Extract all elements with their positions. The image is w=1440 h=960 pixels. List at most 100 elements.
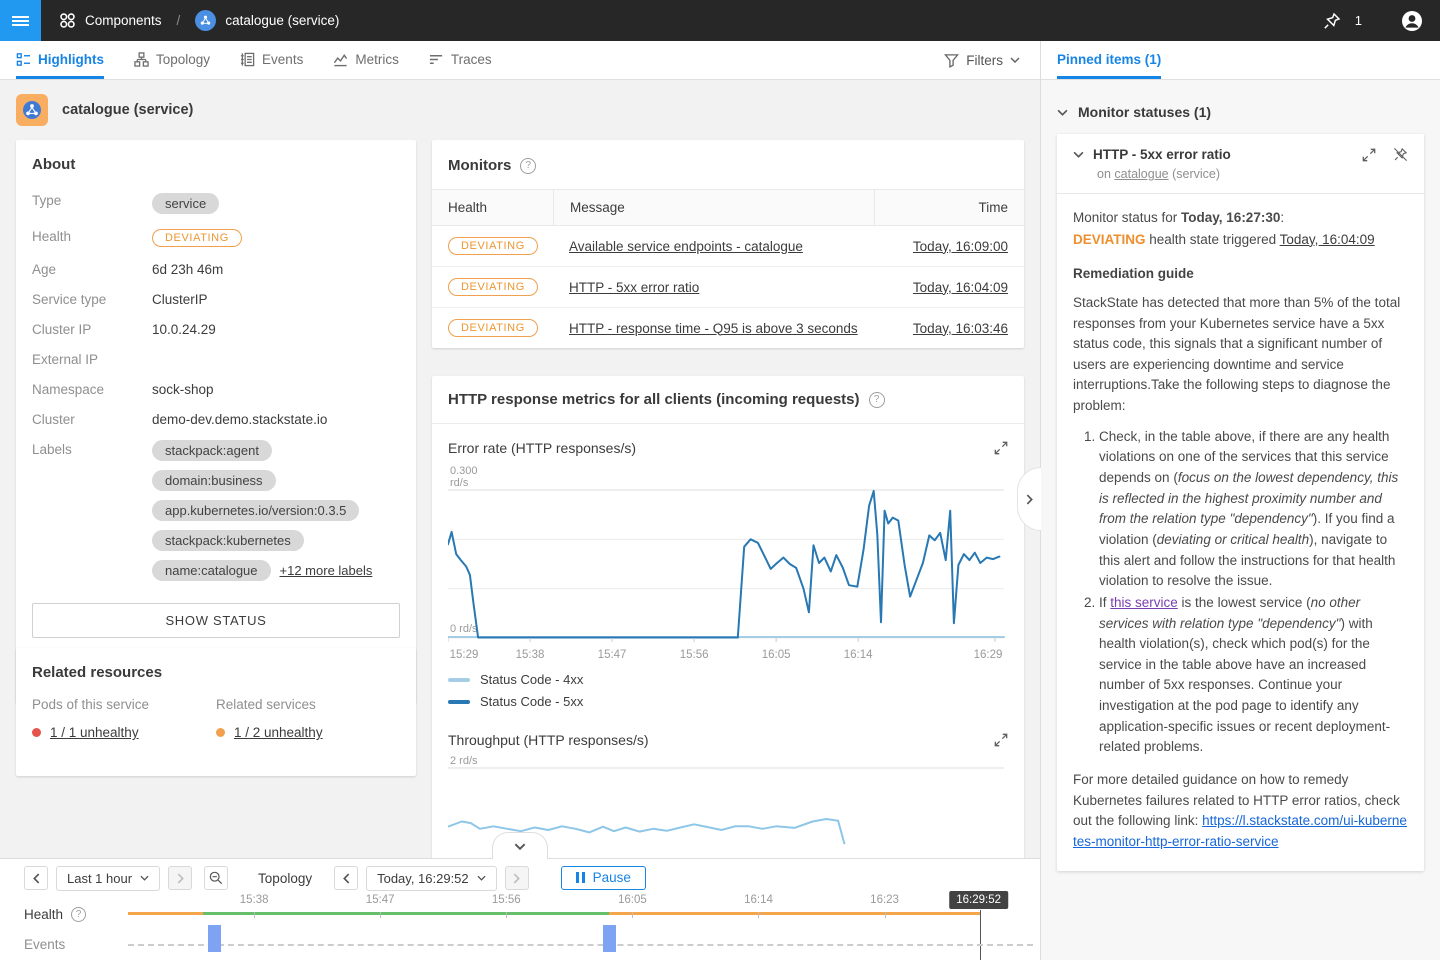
- show-status-button[interactable]: SHOW STATUS: [32, 603, 400, 638]
- event-marker[interactable]: [208, 925, 221, 952]
- text-run: :: [1280, 210, 1284, 225]
- unhealthy-count-link[interactable]: 1 / 2 unhealthy: [234, 725, 323, 740]
- svg-text:0.300: 0.300: [450, 465, 478, 477]
- about-row-label: Cluster IP: [32, 320, 152, 337]
- traces-icon: [429, 52, 444, 67]
- label-pill: stackpack:agent: [152, 440, 272, 461]
- expand-chart-icon[interactable]: [994, 441, 1008, 455]
- column-header-health: Health: [432, 190, 553, 225]
- timeline-tick-mark: [254, 912, 255, 918]
- collapse-timeline-handle[interactable]: [492, 832, 548, 859]
- monitors-card: Monitors ? Health Message Time DEVIATING…: [432, 140, 1024, 348]
- health-dot: [216, 728, 225, 737]
- health-status-badge: DEVIATING: [448, 278, 538, 296]
- text-run: deviating or critical health: [1157, 532, 1309, 547]
- about-row-label: Type: [32, 191, 152, 208]
- timeline-tick-mark: [380, 912, 381, 918]
- topology-time-forward-button[interactable]: [505, 866, 529, 890]
- about-row-value: 6d 23h 46m: [152, 260, 223, 277]
- type-pill: service: [152, 193, 219, 214]
- related-resource-link-row: 1 / 1 unhealthy: [32, 725, 216, 740]
- timeline-tick-mark: [632, 912, 633, 918]
- chevron-down-icon[interactable]: [1073, 151, 1084, 158]
- timeline-tick-label: 15:38: [240, 894, 269, 906]
- unpin-icon[interactable]: [1393, 147, 1408, 162]
- pinned-monitor-title: HTTP - 5xx error ratio: [1093, 147, 1353, 162]
- about-row: Typeservice: [32, 191, 400, 214]
- tab-highlights[interactable]: Highlights: [16, 41, 104, 79]
- monitor-message-cell: HTTP - 5xx error ratio: [553, 269, 874, 306]
- tab-topology[interactable]: Topology: [134, 41, 210, 79]
- monitor-statuses-group-header[interactable]: Monitor statuses (1): [1057, 94, 1424, 134]
- remediation-step: If this service is the lowest service (n…: [1099, 593, 1408, 758]
- monitor-time-cell: Today, 16:03:46: [874, 310, 1024, 347]
- view-tab-bar: Highlights Topology Events Metrics Trace…: [0, 41, 1040, 80]
- timeline-tick-mark: [758, 912, 759, 918]
- zoom-out-button[interactable]: [204, 866, 228, 890]
- svg-text:16:29: 16:29: [974, 649, 1003, 661]
- events-timeline-track[interactable]: [128, 944, 1033, 946]
- topology-icon: [134, 52, 149, 67]
- this-service-link[interactable]: this service: [1110, 595, 1178, 610]
- user-avatar[interactable]: [1400, 9, 1424, 33]
- about-row: Age6d 23h 46m: [32, 260, 400, 277]
- expand-pinned-item-icon[interactable]: [1362, 148, 1376, 162]
- topology-time-back-button[interactable]: [334, 866, 358, 890]
- monitor-message-link[interactable]: HTTP - 5xx error ratio: [569, 280, 699, 295]
- breadcrumb-section[interactable]: Components: [85, 13, 162, 28]
- events-icon: [240, 52, 255, 67]
- monitor-status-trigger-line: DEVIATING health state triggered Today, …: [1073, 230, 1408, 251]
- related-resource-column: Pods of this service 1 / 1 unhealthy: [32, 697, 216, 740]
- related-resource-label: Pods of this service: [32, 697, 216, 712]
- remediation-link-paragraph: For more detailed guidance on how to rem…: [1073, 770, 1408, 853]
- breadcrumb-entity[interactable]: catalogue (service): [225, 13, 339, 28]
- monitor-time-link[interactable]: Today, 16:03:46: [913, 321, 1008, 336]
- text-run: is the lowest service (: [1178, 595, 1311, 610]
- hamburger-menu-button[interactable]: [0, 0, 41, 41]
- about-row-label: Namespace: [32, 380, 152, 397]
- more-labels-link[interactable]: +12 more labels: [280, 563, 373, 578]
- http-metrics-card: HTTP response metrics for all clients (i…: [432, 376, 1024, 858]
- error-rate-legend: Status Code - 4xxStatus Code - 5xx: [432, 668, 1024, 722]
- about-card: About TypeserviceHealthDEVIATINGAge6d 23…: [16, 140, 416, 703]
- remediation-step: Check, in the table above, if there are …: [1099, 427, 1408, 592]
- monitor-message-link[interactable]: Available service endpoints - catalogue: [569, 239, 803, 254]
- pause-button[interactable]: Pause: [561, 866, 646, 890]
- trigger-time-link[interactable]: Today, 16:04:09: [1280, 232, 1375, 247]
- monitor-time-link[interactable]: Today, 16:09:00: [913, 239, 1008, 254]
- tab-events[interactable]: Events: [240, 41, 303, 79]
- tab-pinned-items[interactable]: Pinned items (1): [1057, 41, 1161, 79]
- http-metrics-help-icon[interactable]: ?: [869, 392, 885, 408]
- related-resource-link-row: 1 / 2 unhealthy: [216, 725, 400, 740]
- label-pill: domain:business: [152, 470, 276, 491]
- unhealthy-count-link[interactable]: 1 / 1 unhealthy: [50, 725, 139, 740]
- filters-button[interactable]: Filters: [944, 41, 1020, 79]
- tab-traces[interactable]: Traces: [429, 41, 492, 79]
- topology-time-label: Topology: [258, 871, 312, 886]
- svg-text:16:14: 16:14: [844, 649, 873, 661]
- about-row: Namespacesock-shop: [32, 380, 400, 397]
- health-timeline-track[interactable]: 15:3815:4715:5616:0516:1416:2316:29:52: [128, 912, 980, 915]
- tab-metrics[interactable]: Metrics: [333, 41, 399, 79]
- monitor-time-link[interactable]: Today, 16:04:09: [913, 280, 1008, 295]
- monitors-help-icon[interactable]: ?: [520, 158, 536, 174]
- event-marker[interactable]: [603, 925, 616, 952]
- current-time-badge: 16:29:52: [949, 891, 1008, 909]
- time-range-forward-button[interactable]: [168, 866, 192, 890]
- text-run: Monitor status for: [1073, 210, 1181, 225]
- chevron-right-icon: [1026, 494, 1033, 505]
- error-rate-chart: 0.300rd/s0 rd/s15:2915:3815:4715:5616:05…: [432, 460, 1024, 668]
- monitors-table-body: DEVIATING Available service endpoints - c…: [432, 226, 1024, 348]
- monitor-message-link[interactable]: HTTP - response time - Q95 is above 3 se…: [569, 321, 858, 336]
- service-entity-icon: [195, 10, 216, 31]
- text-run: StackState has detected that more than 5…: [1073, 295, 1400, 413]
- time-range-dropdown[interactable]: Last 1 hour: [56, 866, 160, 891]
- catalogue-link[interactable]: catalogue: [1114, 167, 1168, 181]
- svg-text:15:56: 15:56: [680, 649, 709, 661]
- pin-icon[interactable]: [1323, 12, 1341, 30]
- label-pill: app.kubernetes.io/version:0.3.5: [152, 500, 359, 521]
- expand-chart-icon[interactable]: [994, 733, 1008, 747]
- health-help-icon[interactable]: ?: [71, 907, 86, 922]
- time-range-back-button[interactable]: [24, 866, 48, 890]
- topology-time-dropdown[interactable]: Today, 16:29:52: [366, 866, 497, 891]
